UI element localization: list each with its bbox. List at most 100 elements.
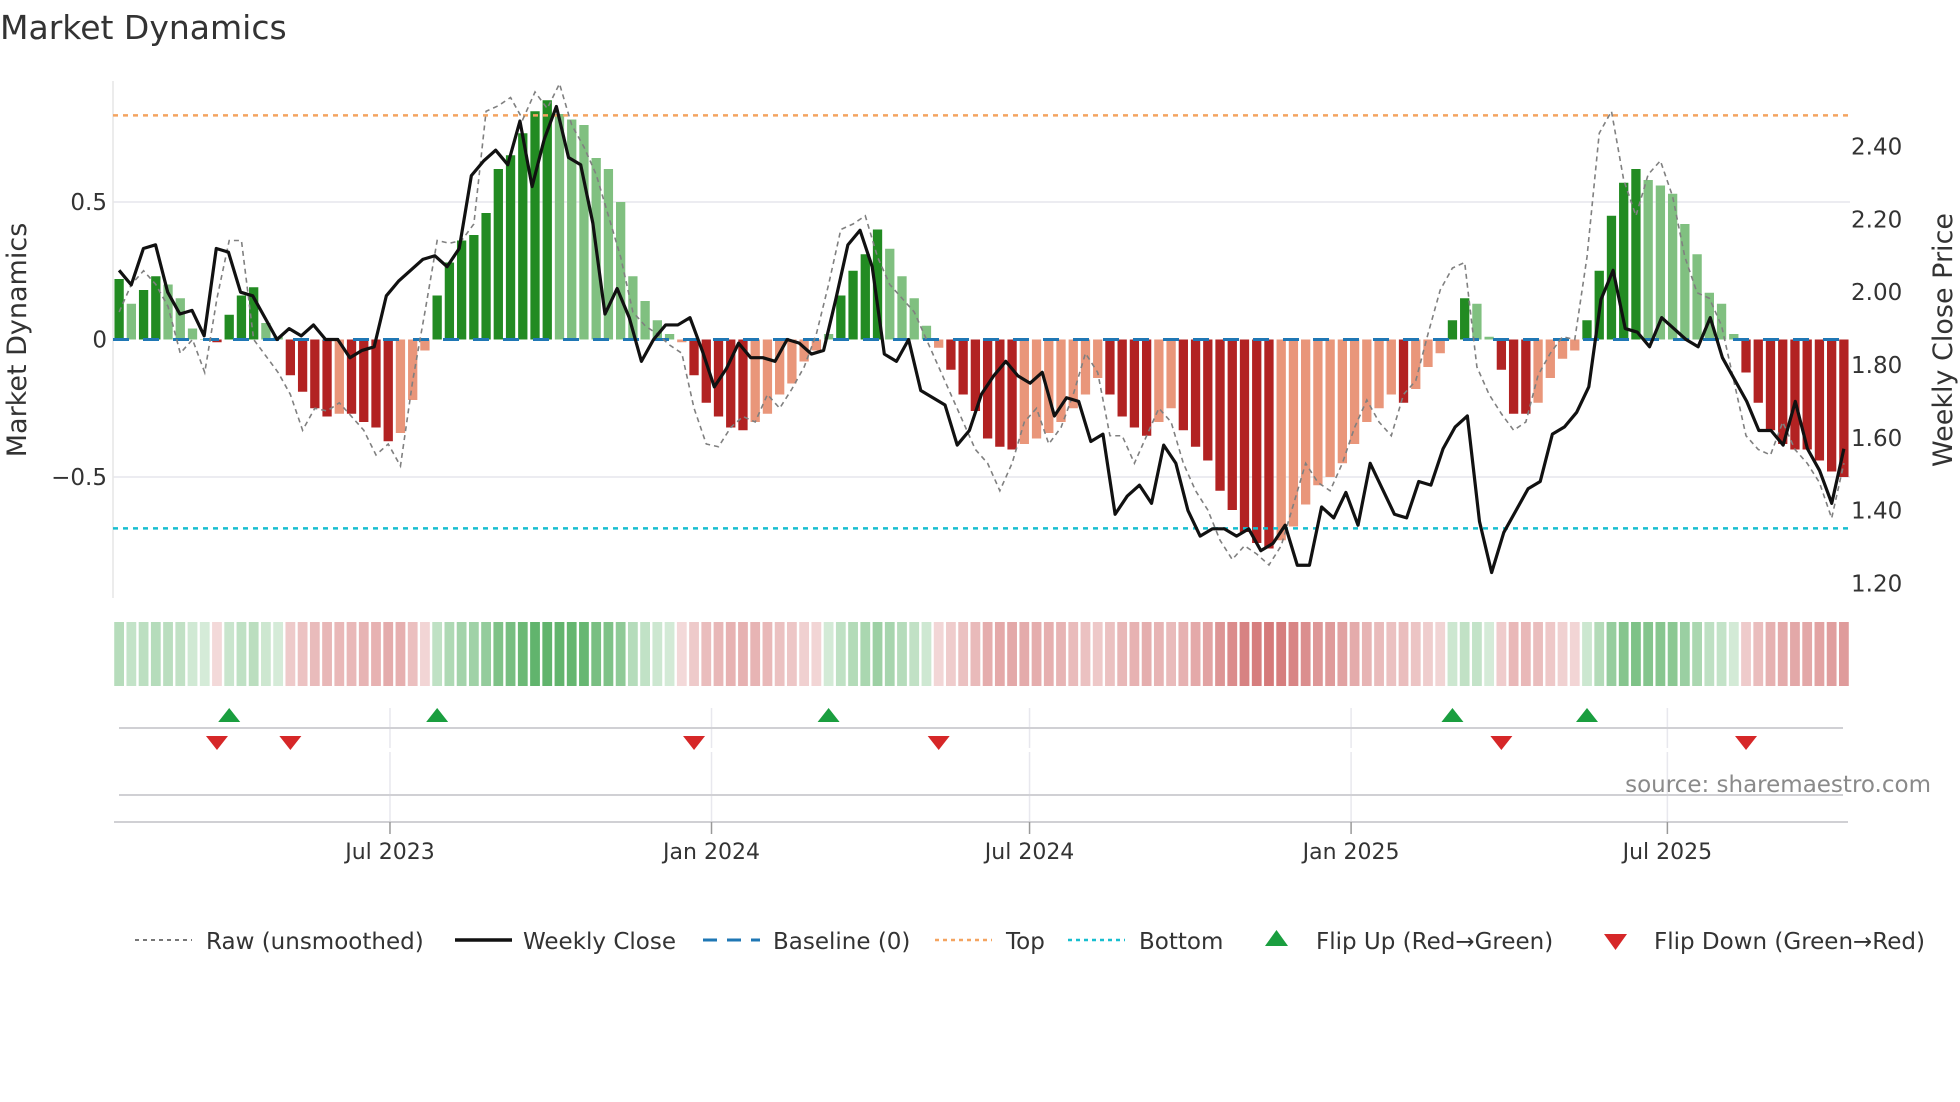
dynamics-bar xyxy=(1643,180,1653,340)
flip-up-icon xyxy=(1441,708,1464,722)
y2-tick-label: 1.20 xyxy=(1851,571,1902,597)
dynamics-bar xyxy=(1178,339,1188,431)
heat-strip-cell xyxy=(566,622,577,686)
heat-strip-cell xyxy=(1068,622,1079,686)
legend-flip-up-label: Flip Up (Red→Green) xyxy=(1316,929,1553,955)
dynamics-bar xyxy=(383,339,393,442)
heat-strip-cell xyxy=(530,622,540,686)
heat-strip-cell xyxy=(138,622,149,686)
heat-strip-cell xyxy=(1398,622,1409,686)
dynamics-bar xyxy=(995,339,1005,447)
legend: Raw (unsmoothed) Weekly Close Baseline (… xyxy=(135,929,1925,955)
dynamics-bar xyxy=(1447,320,1458,340)
legend-baseline-label: Baseline (0) xyxy=(773,929,910,955)
heat-strip-cell xyxy=(982,622,993,686)
heat-strip-cell xyxy=(627,622,638,686)
legend-raw-label: Raw (unsmoothed) xyxy=(206,929,424,955)
dynamics-bar xyxy=(1239,339,1250,532)
heat-strip-cell xyxy=(1484,622,1495,686)
dynamics-bar xyxy=(1141,339,1152,436)
heat-strip-cell xyxy=(1594,622,1605,686)
dynamics-bar xyxy=(1227,339,1237,510)
heat-strip-cell xyxy=(1753,622,1764,686)
dynamics-bar xyxy=(1203,339,1213,461)
dynamics-bar xyxy=(1325,339,1335,477)
legend-bottom-label: Bottom xyxy=(1139,929,1223,955)
y2-tick-label: 2.40 xyxy=(1851,135,1902,161)
dynamics-bar xyxy=(860,254,870,340)
left-y-ticks: 0.5 0 −0.5 xyxy=(51,190,107,491)
heat-strip-cell xyxy=(1129,622,1140,686)
heat-strip-cell xyxy=(468,622,479,686)
heat-strip-cell xyxy=(1435,622,1446,686)
heat-strip-cell xyxy=(517,622,528,686)
dynamics-bar xyxy=(1019,339,1029,444)
dynamics-bar xyxy=(175,298,185,340)
dynamics-bar xyxy=(371,339,381,428)
dynamics-bar xyxy=(1190,339,1201,447)
heat-strip-cell xyxy=(212,622,222,686)
heat-strip-cell xyxy=(921,622,932,686)
heat-strip-cell xyxy=(1569,622,1580,686)
heat-strip-cell xyxy=(909,622,920,686)
dynamics-bar xyxy=(1631,169,1641,340)
heat-strip-cell xyxy=(1141,622,1152,686)
heat-strip-cell xyxy=(1496,622,1507,686)
legend-close-label: Weekly Close xyxy=(523,929,676,955)
heat-strip-cell xyxy=(848,622,858,686)
heat-strip-cell xyxy=(1459,622,1470,686)
heat-strip-cell xyxy=(554,622,565,686)
y2-tick-label: 1.80 xyxy=(1851,353,1902,379)
dynamics-bar xyxy=(1411,339,1421,389)
heat-strip-cell xyxy=(285,622,296,686)
dynamics-bar xyxy=(1460,298,1470,340)
dynamics-bar xyxy=(1398,339,1409,403)
heat-strip-cell xyxy=(1215,622,1225,686)
dynamics-bar xyxy=(505,155,516,340)
heat-strip-cell xyxy=(273,622,284,686)
heat-strip-cell xyxy=(1166,622,1176,686)
dynamics-bar xyxy=(1166,339,1176,409)
heat-strip-cell xyxy=(481,622,491,686)
heat-strip-cell xyxy=(591,622,602,686)
dynamics-bar xyxy=(114,279,124,340)
heat-strip-cell xyxy=(1520,622,1531,686)
dynamics-bar xyxy=(322,339,332,417)
dynamics-bar xyxy=(518,133,528,340)
heat-strip-cell xyxy=(114,622,125,686)
heat-strip-cell xyxy=(1080,622,1091,686)
dynamics-bar xyxy=(750,339,760,422)
heat-strip-cell xyxy=(1031,622,1042,686)
heat-strip-cell xyxy=(835,622,846,686)
heat-strip-cell xyxy=(1276,622,1287,686)
dynamics-bar xyxy=(1508,339,1519,414)
heat-strip-cell xyxy=(689,622,699,686)
dynamics-bar xyxy=(762,339,773,414)
heat-strip-cell xyxy=(1190,622,1201,686)
heat-strip-cell xyxy=(676,622,687,686)
dynamics-bar xyxy=(1827,339,1837,472)
heat-strip-cell xyxy=(1741,622,1751,686)
y2-axis-label: Weekly Close Price xyxy=(1928,213,1959,467)
heat-strip-cell xyxy=(297,622,308,686)
dynamics-bar xyxy=(836,295,846,340)
dynamics-bar xyxy=(1154,339,1164,422)
dynamics-bar xyxy=(848,270,858,340)
dynamics-bar xyxy=(408,339,418,400)
dynamics-bar xyxy=(1704,292,1714,340)
dynamics-bar xyxy=(1276,339,1286,541)
heat-strip-cell xyxy=(199,622,210,686)
heat-strip-cell xyxy=(933,622,944,686)
dynamics-bar xyxy=(897,276,907,340)
heat-strip-cell xyxy=(1508,622,1519,686)
dynamics-bar xyxy=(946,339,956,370)
y-tick-label: 0.5 xyxy=(70,190,107,216)
heat-strip-cell xyxy=(762,622,773,686)
heat-strip-cell xyxy=(1533,622,1543,686)
flip-up-icon xyxy=(218,708,241,722)
dynamics-bar xyxy=(444,262,455,340)
heat-strip-cell xyxy=(1374,622,1384,686)
heat-strip-cell xyxy=(1251,622,1262,686)
dynamics-bar xyxy=(1484,336,1494,340)
dynamics-bar xyxy=(1031,339,1042,439)
